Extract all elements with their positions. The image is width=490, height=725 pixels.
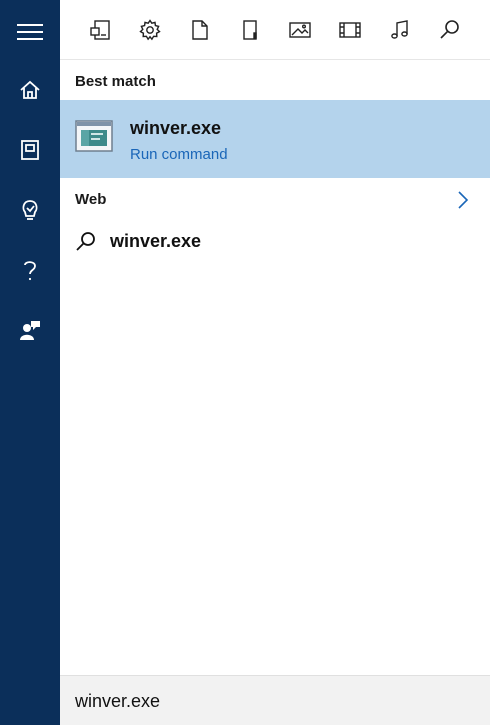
lightbulb-icon — [19, 198, 41, 222]
sidebar — [0, 0, 60, 725]
best-match-name: winver.exe — [130, 118, 222, 138]
search-window: Best match winver.exe Run command Web wi… — [0, 0, 490, 725]
best-match-result[interactable]: winver.exe Run command — [60, 100, 490, 178]
filter-web-button[interactable] — [430, 10, 470, 50]
feedback-icon — [19, 319, 41, 341]
web-suggestion-text: winver.exe — [110, 231, 202, 251]
help-icon — [19, 258, 41, 282]
filter-documents-button[interactable] — [180, 10, 220, 50]
filter-settings-button[interactable] — [130, 10, 170, 50]
chevron-right-icon[interactable] — [454, 189, 472, 211]
best-match-heading: Best match — [75, 73, 156, 90]
photo-icon — [289, 19, 311, 41]
filter-toolbar — [60, 0, 490, 60]
search-input[interactable] — [75, 688, 475, 714]
reminders-button[interactable] — [0, 190, 60, 230]
settings-gear-icon — [139, 19, 161, 41]
web-heading: Web — [75, 191, 107, 208]
search-icon — [439, 19, 461, 41]
filter-apps-button[interactable] — [80, 10, 120, 50]
document-icon — [189, 19, 211, 41]
results-panel: Best match winver.exe Run command Web wi… — [60, 0, 490, 725]
search-box — [60, 675, 490, 725]
music-icon — [389, 19, 411, 41]
feedback-button[interactable] — [0, 310, 60, 350]
web-suggestion[interactable]: winver.exe — [60, 222, 490, 262]
help-button[interactable] — [0, 250, 60, 290]
filter-photos-button[interactable] — [280, 10, 320, 50]
apps-icon — [89, 19, 111, 41]
home-icon — [19, 79, 41, 101]
home-button[interactable] — [0, 70, 60, 110]
video-icon — [339, 19, 361, 41]
hamburger-menu-icon — [17, 22, 43, 42]
hamburger-menu-button[interactable] — [0, 12, 60, 52]
filter-folders-button[interactable] — [230, 10, 270, 50]
filter-videos-button[interactable] — [330, 10, 370, 50]
notebook-button[interactable] — [0, 130, 60, 170]
search-icon — [75, 231, 97, 253]
notebook-icon — [19, 139, 41, 161]
run-command-window-icon — [75, 120, 113, 152]
best-match-type: Run command — [130, 146, 228, 163]
folder-icon — [239, 19, 261, 41]
filter-music-button[interactable] — [380, 10, 420, 50]
